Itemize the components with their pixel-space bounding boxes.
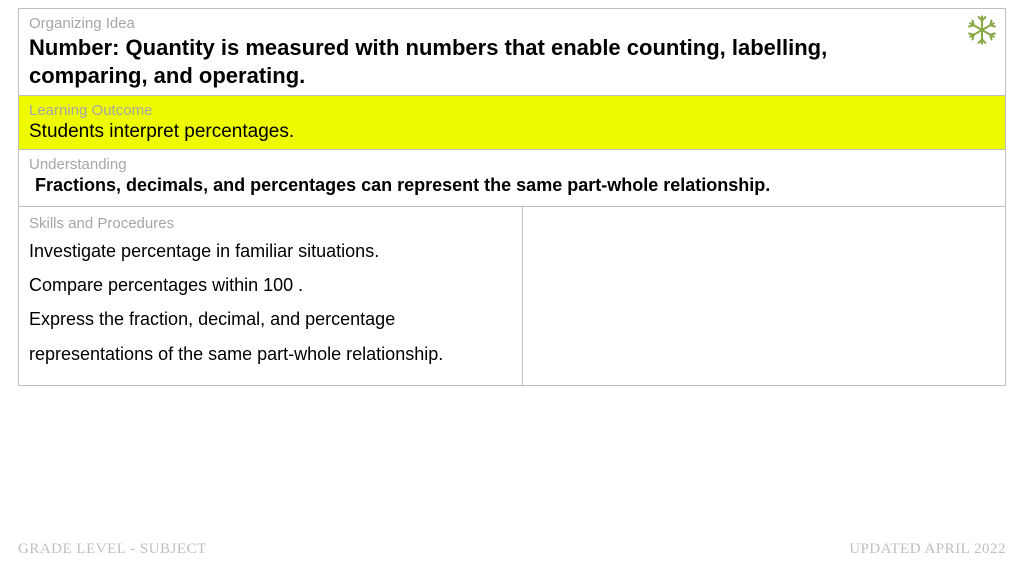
skill-item: Express the fraction, decimal, and perce… — [29, 302, 512, 370]
skill-item: Investigate percentage in familiar situa… — [29, 234, 512, 268]
skills-left-column: Skills and Procedures Investigate percen… — [19, 207, 523, 385]
footer-left: GRADE LEVEL - SUBJECT — [18, 541, 207, 558]
understanding-label: Understanding — [29, 156, 995, 173]
footer-right: UPDATED APRIL 2022 — [849, 541, 1006, 558]
organizing-idea-label: Organizing Idea — [29, 15, 945, 32]
skills-label: Skills and Procedures — [29, 215, 512, 232]
skills-right-column — [523, 207, 1006, 385]
understanding-text: Fractions, decimals, and percentages can… — [29, 175, 995, 196]
organizing-idea-title: Number: Quantity is measured with number… — [29, 34, 945, 89]
understanding-block: Understanding Fractions, decimals, and p… — [18, 150, 1006, 207]
skill-item: Compare percentages within 100 . — [29, 268, 512, 302]
footer: GRADE LEVEL - SUBJECT UPDATED APRIL 2022 — [18, 541, 1006, 558]
skills-row: Skills and Procedures Investigate percen… — [18, 207, 1006, 386]
learning-outcome-text: Students interpret percentages. — [29, 121, 995, 143]
snowflake-icon — [965, 13, 999, 52]
organizing-idea-block: Organizing Idea Number: Quantity is meas… — [18, 8, 1006, 96]
curriculum-slide: Organizing Idea Number: Quantity is meas… — [0, 0, 1024, 576]
learning-outcome-block: Learning Outcome Students interpret perc… — [18, 96, 1006, 150]
learning-outcome-label: Learning Outcome — [29, 102, 995, 119]
